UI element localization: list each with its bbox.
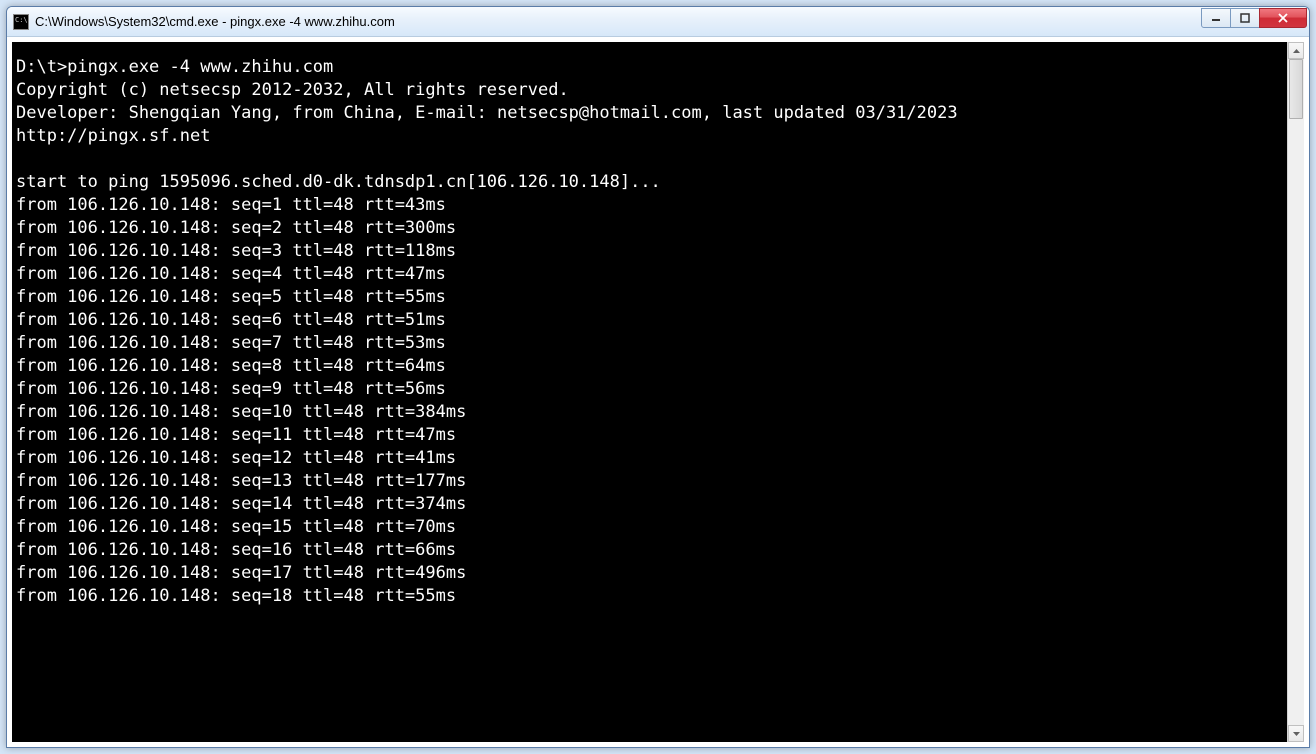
cmd-window: C:\Windows\System32\cmd.exe - pingx.exe … <box>6 6 1310 748</box>
minimize-button[interactable] <box>1201 8 1231 28</box>
vertical-scrollbar[interactable] <box>1287 42 1304 742</box>
cmd-icon <box>13 14 29 30</box>
close-button[interactable] <box>1259 8 1307 28</box>
terminal-output[interactable]: D:\t>pingx.exe -4 www.zhihu.com Copyrigh… <box>12 42 1287 742</box>
scroll-down-button[interactable] <box>1288 725 1304 742</box>
titlebar[interactable]: C:\Windows\System32\cmd.exe - pingx.exe … <box>7 7 1309 37</box>
window-title: C:\Windows\System32\cmd.exe - pingx.exe … <box>35 14 1202 29</box>
scrollbar-track[interactable] <box>1288 59 1304 725</box>
maximize-icon <box>1240 13 1250 23</box>
maximize-button[interactable] <box>1230 8 1260 28</box>
chevron-down-icon <box>1293 732 1300 736</box>
minimize-icon <box>1211 13 1221 23</box>
window-controls <box>1202 8 1307 28</box>
chevron-up-icon <box>1293 49 1300 53</box>
scrollbar-thumb[interactable] <box>1289 59 1303 119</box>
scroll-up-button[interactable] <box>1288 42 1304 59</box>
close-icon <box>1277 13 1289 23</box>
client-area: D:\t>pingx.exe -4 www.zhihu.com Copyrigh… <box>7 37 1309 747</box>
